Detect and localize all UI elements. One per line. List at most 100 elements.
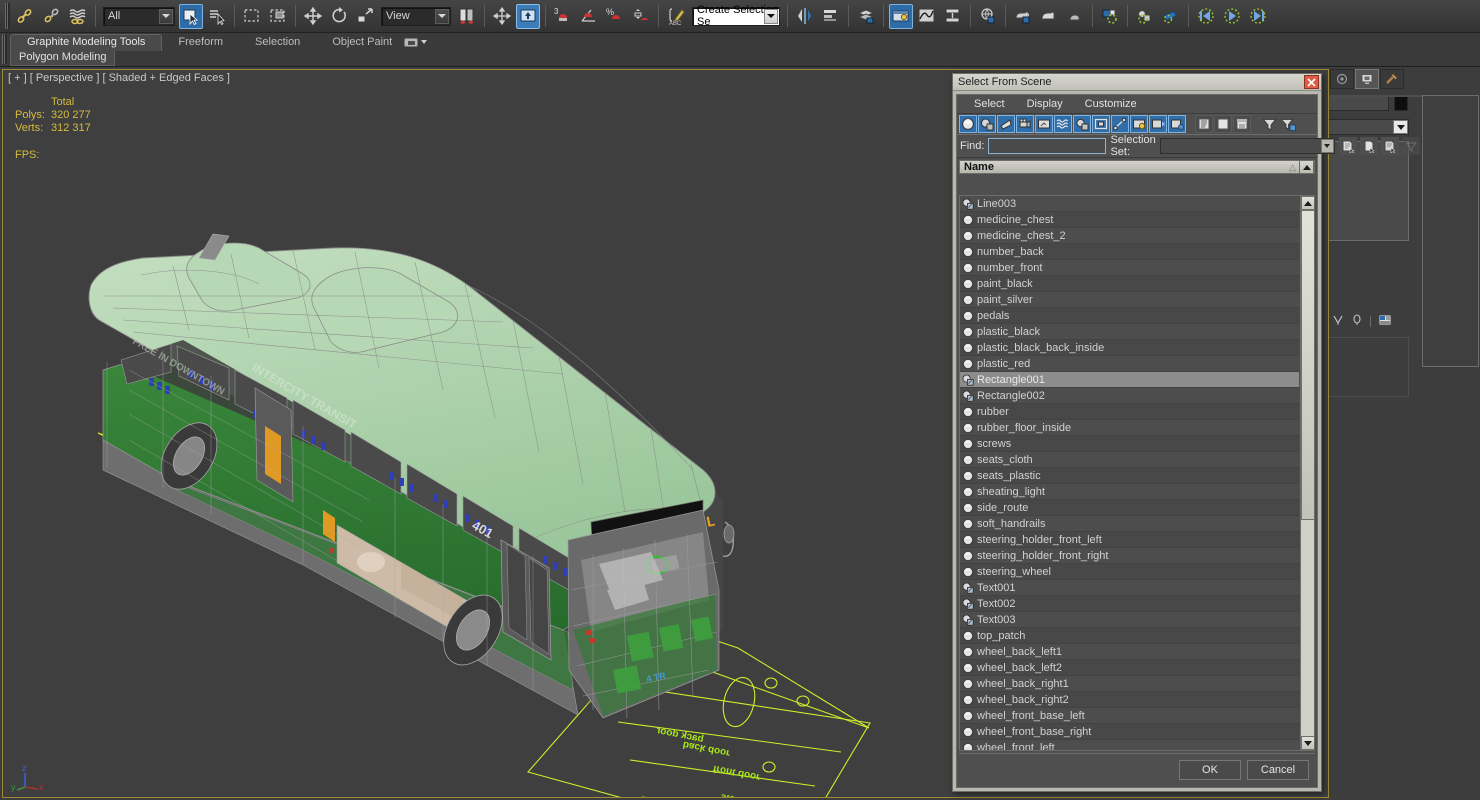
- object-name-field[interactable]: [1326, 96, 1389, 111]
- select-and-scale-icon[interactable]: [353, 4, 377, 29]
- select-and-rotate-icon[interactable]: [327, 4, 351, 29]
- selection-set-dropdown[interactable]: [1159, 138, 1335, 154]
- remove-selection-set-icon[interactable]: [1359, 137, 1378, 155]
- chevron-down-icon[interactable]: [764, 8, 778, 24]
- ribbon-grip[interactable]: [2, 34, 7, 64]
- command-panel-rollout[interactable]: [1326, 337, 1409, 397]
- render-production-icon[interactable]: [1063, 4, 1087, 29]
- list-item[interactable]: Rectangle001: [960, 372, 1299, 388]
- ribbon-minimize-control[interactable]: [404, 35, 430, 49]
- display-helpers-icon[interactable]: [1035, 115, 1053, 133]
- object-color-swatch[interactable]: [1394, 96, 1408, 111]
- render-in-iray-icon[interactable]: [1098, 4, 1122, 29]
- add-selection-set-icon[interactable]: [1338, 137, 1357, 155]
- chevron-down-icon[interactable]: [1393, 120, 1408, 134]
- snaps-toggle-icon[interactable]: [516, 3, 540, 29]
- display-geometry-icon[interactable]: [959, 115, 977, 133]
- list-item[interactable]: seats_plastic: [960, 468, 1299, 484]
- tab-freeform[interactable]: Freeform: [162, 34, 239, 51]
- menu-display[interactable]: Display: [1016, 95, 1074, 113]
- ok-button[interactable]: OK: [1179, 759, 1241, 780]
- select-object-icon[interactable]: [179, 3, 203, 29]
- chevron-down-icon[interactable]: [1320, 139, 1334, 153]
- angle-snap-toggle-icon[interactable]: 3: [551, 4, 575, 29]
- tab-selection[interactable]: Selection: [239, 34, 316, 51]
- angle-snap-icon[interactable]: [577, 4, 601, 29]
- list-item[interactable]: steering_wheel: [960, 564, 1299, 580]
- chevron-down-icon[interactable]: [159, 8, 173, 24]
- display-influences-icon[interactable]: [1233, 115, 1251, 133]
- column-scroll-up-button[interactable]: [1299, 160, 1314, 174]
- use-center-flyout-icon[interactable]: [455, 4, 479, 29]
- prev-frame-icon[interactable]: [1194, 4, 1218, 29]
- scroll-up-button[interactable]: [1301, 196, 1314, 210]
- menu-customize[interactable]: Customize: [1074, 95, 1148, 113]
- chevron-down-icon[interactable]: [421, 40, 427, 44]
- display-containers-icon[interactable]: [1130, 115, 1148, 133]
- dialog-title-bar[interactable]: Select From Scene: [953, 74, 1321, 91]
- bus-model[interactable]: INTERCITY TRANSIT FREE IN DOWNTOWN 401 4…: [88, 233, 735, 719]
- close-icon[interactable]: [1304, 75, 1319, 89]
- layer-manager-icon[interactable]: [854, 4, 878, 29]
- display-xrefs-icon[interactable]: [1092, 115, 1110, 133]
- graphite-modeling-toggle-icon[interactable]: [889, 3, 913, 29]
- display-lights-icon[interactable]: [997, 115, 1015, 133]
- list-item[interactable]: seats_cloth: [960, 452, 1299, 468]
- utilities-tab[interactable]: [1380, 69, 1404, 89]
- list-item[interactable]: plastic_red: [960, 356, 1299, 372]
- filter-options-icon[interactable]: [1401, 137, 1420, 155]
- list-item[interactable]: wheel_back_left2: [960, 660, 1299, 676]
- activeshade-icon[interactable]: [1159, 4, 1183, 29]
- display-particle-systems-icon[interactable]: [1149, 115, 1167, 133]
- list-item[interactable]: number_back: [960, 244, 1299, 260]
- filter-icon[interactable]: [1260, 115, 1278, 133]
- list-item[interactable]: steering_holder_front_left: [960, 532, 1299, 548]
- list-item[interactable]: medicine_chest_2: [960, 228, 1299, 244]
- toolbar-grip[interactable]: [5, 3, 10, 29]
- list-item[interactable]: paint_silver: [960, 292, 1299, 308]
- list-item[interactable]: rubber: [960, 404, 1299, 420]
- display-tab[interactable]: [1355, 69, 1379, 89]
- select-from-scene-dialog[interactable]: Select From Scene Select Display Customi…: [952, 73, 1420, 792]
- curve-editor-icon[interactable]: [915, 4, 939, 29]
- align-flyout-icon[interactable]: [819, 4, 843, 29]
- display-all-icon[interactable]: [1168, 115, 1186, 133]
- bind-to-space-warp-icon[interactable]: [66, 4, 90, 29]
- list-item[interactable]: wheel_front_left: [960, 740, 1299, 750]
- tab-graphite-modeling-tools[interactable]: Graphite Modeling Tools: [10, 34, 163, 51]
- material-editor-icon[interactable]: [976, 4, 1000, 29]
- show-end-result-icon[interactable]: [1351, 314, 1363, 329]
- display-space-warps-icon[interactable]: [1054, 115, 1072, 133]
- modifier-stack-list[interactable]: [1326, 141, 1409, 241]
- rendered-frame-window-icon[interactable]: [1037, 4, 1061, 29]
- list-item[interactable]: Line003: [960, 196, 1299, 212]
- ribbon-panel-polygon-modeling[interactable]: Polygon Modeling: [10, 51, 116, 66]
- next-frame-icon[interactable]: [1246, 4, 1270, 29]
- list-item[interactable]: number_front: [960, 260, 1299, 276]
- list-item[interactable]: rubber_floor_inside: [960, 420, 1299, 436]
- display-cameras-icon[interactable]: [1016, 115, 1034, 133]
- list-item[interactable]: top_patch: [960, 628, 1299, 644]
- list-item[interactable]: wheel_back_right1: [960, 676, 1299, 692]
- list-scrollbar[interactable]: [1300, 196, 1314, 750]
- list-item[interactable]: paint_black: [960, 276, 1299, 292]
- display-none-icon[interactable]: [1214, 115, 1232, 133]
- find-input[interactable]: [988, 138, 1107, 154]
- rectangular-selection-region-icon[interactable]: [240, 4, 264, 29]
- scroll-down-button[interactable]: [1301, 736, 1314, 750]
- list-item[interactable]: plastic_black_back_inside: [960, 340, 1299, 356]
- list-item[interactable]: steering_holder_front_right: [960, 548, 1299, 564]
- schematic-view-icon[interactable]: [941, 4, 965, 29]
- reference-coordinate-dropdown[interactable]: View: [381, 6, 451, 26]
- modifier-list-dropdown[interactable]: [1324, 119, 1409, 135]
- list-item[interactable]: soft_handrails: [960, 516, 1299, 532]
- list-item[interactable]: wheel_back_left1: [960, 644, 1299, 660]
- spinner-snap-toggle-icon[interactable]: [629, 4, 653, 29]
- render-setup-icon[interactable]: [1011, 4, 1035, 29]
- list-item[interactable]: sheating_light: [960, 484, 1299, 500]
- list-item[interactable]: wheel_back_right2: [960, 692, 1299, 708]
- edit-selection-set-icon[interactable]: [1380, 137, 1399, 155]
- edit-named-selection-sets-icon[interactable]: ABC: [664, 4, 688, 29]
- percent-snap-toggle-icon[interactable]: %: [603, 4, 627, 29]
- display-bones-icon[interactable]: [1111, 115, 1129, 133]
